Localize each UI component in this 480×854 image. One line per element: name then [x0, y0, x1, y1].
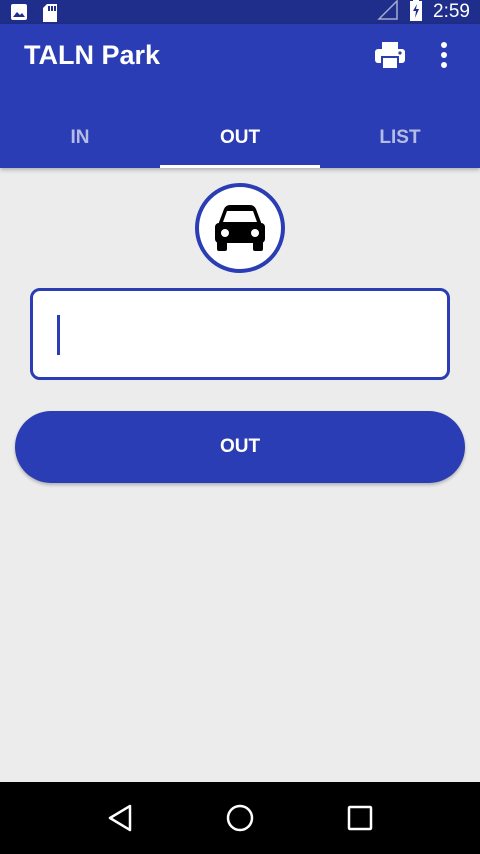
signal-icon [377, 0, 399, 25]
tab-bar: IN OUT LIST [0, 108, 480, 168]
battery-charging-icon [409, 0, 423, 26]
print-icon [375, 42, 405, 70]
plate-number-input[interactable] [53, 291, 433, 377]
more-vert-icon [441, 42, 447, 68]
tab-out[interactable]: OUT [160, 108, 320, 168]
status-bar: 2:59 [0, 0, 480, 24]
out-button[interactable]: OUT [15, 411, 465, 483]
navigation-bar [0, 782, 480, 854]
status-time: 2:59 [433, 1, 470, 22]
car-badge [195, 183, 285, 273]
app-title: TALN Park [24, 40, 161, 70]
more-options-button[interactable] [432, 38, 456, 74]
home-icon [226, 804, 254, 832]
print-button[interactable] [372, 38, 408, 74]
tab-in[interactable]: IN [0, 108, 160, 168]
back-icon [108, 804, 132, 832]
car-icon [215, 205, 265, 251]
recents-button[interactable] [342, 800, 378, 836]
tab-list[interactable]: LIST [320, 108, 480, 168]
status-bar-right: 2:59 [377, 0, 470, 24]
home-button[interactable] [222, 800, 258, 836]
recents-icon [347, 805, 373, 831]
app-bar: TALN Park IN OUT LIST [0, 24, 480, 168]
back-button[interactable] [102, 800, 138, 836]
plate-input-box[interactable] [30, 288, 450, 380]
